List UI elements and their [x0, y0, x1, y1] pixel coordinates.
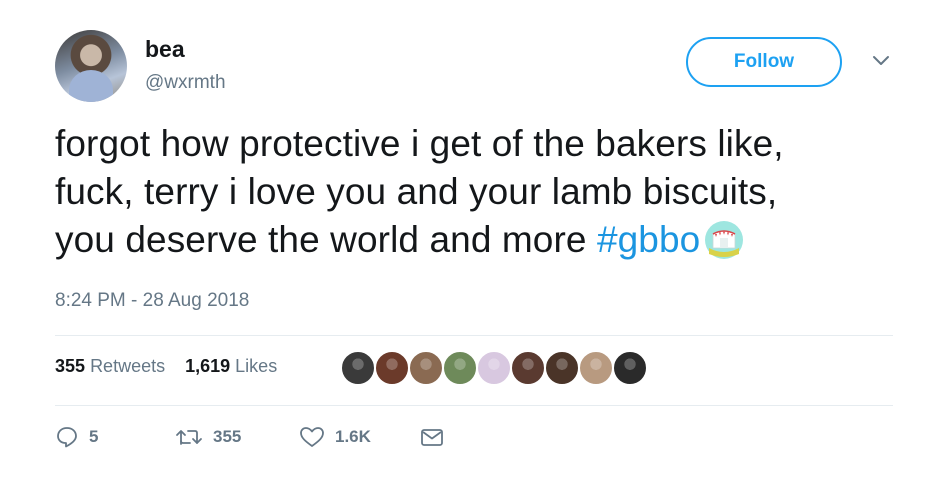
envelope-icon — [421, 429, 443, 446]
handle[interactable]: @wxrmth — [145, 72, 226, 94]
like-count: 1.6K — [335, 427, 371, 446]
retweet-count: 355 — [213, 427, 242, 446]
likes-label: Likes — [235, 356, 278, 376]
retweet-button[interactable]: 355 — [175, 425, 241, 449]
liker-avatar[interactable] — [476, 350, 512, 386]
reply-icon — [57, 427, 77, 448]
liker-avatar[interactable] — [612, 350, 648, 386]
liker-avatar[interactable] — [578, 350, 614, 386]
likers-avatars — [340, 350, 648, 386]
follow-button[interactable]: Follow — [686, 37, 842, 87]
gbbo-tent-emoji-icon — [705, 221, 744, 259]
direct-message-button[interactable] — [420, 425, 444, 449]
liker-avatar[interactable] — [510, 350, 546, 386]
likes-count: 1,619 — [185, 356, 231, 376]
heart-icon — [300, 427, 324, 447]
tweet-stats: 355 Retweets 1,619 Likes — [55, 356, 277, 377]
display-name[interactable]: bea — [145, 36, 185, 63]
retweets-count: 355 — [55, 356, 86, 376]
liker-avatar[interactable] — [374, 350, 410, 386]
liker-avatar[interactable] — [442, 350, 478, 386]
timestamp[interactable]: 8:24 PM - 28 Aug 2018 — [55, 290, 249, 312]
chevron-down-icon[interactable] — [872, 54, 890, 68]
tweet-line-text: you deserve the world and more — [55, 219, 597, 260]
liker-avatar[interactable] — [408, 350, 444, 386]
retweets-label: Retweets — [90, 356, 166, 376]
divider — [55, 335, 893, 336]
tweet-line: fuck, terry i love you and your lamb bis… — [55, 171, 778, 212]
retweet-icon — [176, 430, 202, 445]
tweet-text: forgot how protective i get of the baker… — [55, 120, 915, 264]
like-button[interactable]: 1.6K — [299, 425, 371, 449]
tweet-line: you deserve the world and more #gbbo — [55, 216, 915, 264]
tweet-line: forgot how protective i get of the baker… — [55, 123, 784, 164]
likes-stat[interactable]: 1,619 Likes — [185, 356, 277, 377]
hashtag-link[interactable]: #gbbo — [597, 219, 700, 260]
reply-count: 5 — [89, 427, 99, 446]
reply-button[interactable]: 5 — [55, 425, 98, 449]
liker-avatar[interactable] — [544, 350, 580, 386]
avatar[interactable] — [55, 30, 127, 102]
divider — [55, 405, 893, 406]
liker-avatar[interactable] — [340, 350, 376, 386]
retweets-stat[interactable]: 355 Retweets — [55, 356, 165, 377]
